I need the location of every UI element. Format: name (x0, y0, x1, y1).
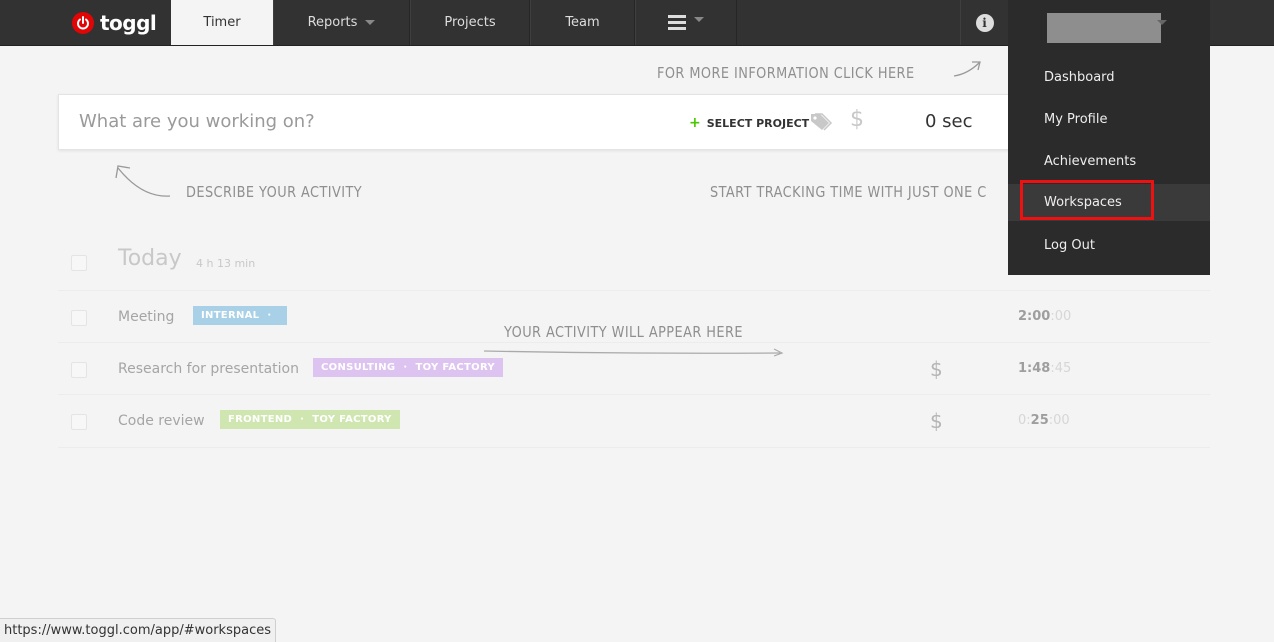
entry-duration[interactable]: 2:00:00 (1018, 309, 1071, 324)
client-name: TOY FACTORY (312, 414, 392, 425)
start-tracking-hint: START TRACKING TIME WITH JUST ONE C (710, 183, 987, 201)
select-project-button[interactable]: + SELECT PROJECT (689, 115, 809, 131)
user-menu-toggle[interactable] (1008, 0, 1210, 45)
menu-item-workspaces[interactable]: Workspaces (1008, 180, 1210, 221)
user-dropdown-menu: Dashboard My Profile Achievements Worksp… (1008, 45, 1210, 275)
tab-reports[interactable]: Reports (273, 0, 410, 45)
description-input[interactable] (77, 110, 641, 133)
billable-dollar-icon[interactable]: $ (850, 107, 864, 132)
billable-dollar-icon[interactable]: $ (930, 357, 943, 381)
menu-item-my-profile[interactable]: My Profile (1008, 98, 1210, 140)
project-badge[interactable]: FRONTEND · TOY FACTORY (220, 410, 400, 429)
menu-item-dashboard[interactable]: Dashboard (1008, 56, 1210, 98)
select-all-checkbox[interactable] (71, 255, 87, 271)
top-navigation-bar: toggl Timer Reports Projects Team i (0, 0, 1274, 46)
entry-checkbox[interactable] (71, 310, 87, 326)
tab-team-label: Team (565, 15, 600, 30)
arrow-up-right-icon (953, 61, 981, 77)
info-button[interactable]: i (960, 0, 1008, 45)
chevron-down-icon (1157, 20, 1167, 25)
select-project-label: SELECT PROJECT (706, 116, 810, 130)
tab-team[interactable]: Team (530, 0, 635, 45)
hamburger-icon (668, 15, 686, 30)
tab-projects[interactable]: Projects (410, 0, 530, 45)
project-badge[interactable]: CONSULTING · TOY FACTORY (313, 358, 503, 377)
time-entry-row[interactable]: Research for presentation CONSULTING · TOY… (58, 342, 1210, 395)
entry-checkbox[interactable] (71, 362, 87, 378)
entry-description[interactable]: Meeting (118, 309, 174, 325)
menu-item-log-out[interactable]: Log Out (1008, 224, 1210, 266)
describe-activity-hint: DESCRIBE YOUR ACTIVITY (186, 183, 363, 201)
tag-icon[interactable] (809, 112, 833, 132)
project-name: INTERNAL (201, 310, 260, 321)
plus-icon: + (689, 115, 701, 131)
chevron-down-icon (694, 17, 704, 22)
more-menu-button[interactable] (635, 0, 737, 45)
project-badge[interactable]: INTERNAL · (193, 306, 288, 325)
power-icon (72, 12, 94, 34)
tab-projects-label: Projects (444, 15, 496, 30)
time-entry-row[interactable]: Code review FRONTEND · TOY FACTORY $ 0:25:… (58, 394, 1210, 448)
menu-item-achievements[interactable]: Achievements (1008, 140, 1210, 182)
day-label: Today (118, 246, 182, 271)
tab-timer-label: Timer (203, 15, 241, 30)
entry-checkbox[interactable] (71, 414, 87, 430)
day-total: 4 h 13 min (196, 257, 256, 270)
entry-duration[interactable]: 0:25:00 (1018, 413, 1070, 428)
user-name-redacted (1047, 13, 1161, 43)
toggl-logo[interactable]: toggl (72, 11, 157, 35)
logo-text: toggl (100, 11, 157, 35)
arrow-up-left-icon (115, 165, 171, 197)
tab-reports-label: Reports (307, 15, 358, 30)
project-name: FRONTEND (228, 414, 293, 425)
project-name: CONSULTING (321, 362, 396, 373)
info-icon: i (975, 13, 994, 32)
entry-description[interactable]: Research for presentation (118, 361, 299, 377)
activity-appear-hint: YOUR ACTIVITY WILL APPEAR HERE (504, 323, 743, 341)
entry-duration[interactable]: 1:48:45 (1018, 361, 1071, 376)
chevron-down-icon (365, 20, 376, 25)
browser-status-bar: https://www.toggl.com/app/#workspaces (0, 618, 276, 642)
status-url: https://www.toggl.com/app/#workspaces (4, 623, 271, 638)
highlight-outline (1020, 180, 1154, 220)
timer-bar: + SELECT PROJECT $ 0 sec (58, 94, 1050, 150)
client-name: TOY FACTORY (415, 362, 495, 373)
more-info-hint: FOR MORE INFORMATION CLICK HERE (657, 64, 915, 82)
entry-description[interactable]: Code review (118, 413, 205, 429)
tab-timer[interactable]: Timer (171, 0, 273, 45)
billable-dollar-icon[interactable]: $ (930, 409, 943, 433)
timer-duration: 0 sec (925, 111, 973, 132)
